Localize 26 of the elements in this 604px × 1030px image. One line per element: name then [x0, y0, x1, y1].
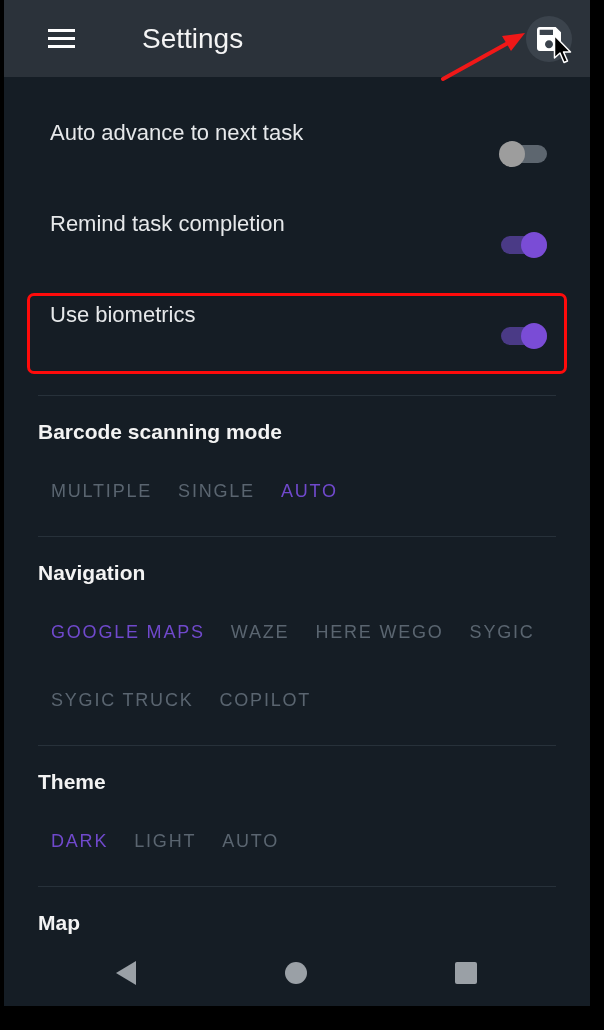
option-button[interactable]: HERE WEGO: [302, 608, 457, 656]
toggle-switch[interactable]: [499, 231, 549, 259]
back-icon[interactable]: [116, 961, 136, 985]
option-button[interactable]: GOOGLE MAPS: [38, 608, 218, 656]
option-button[interactable]: AUTO: [267, 467, 351, 515]
screen-title: Settings: [142, 22, 245, 55]
option-button[interactable]: AUTO: [209, 817, 293, 865]
option-button[interactable]: SYGIC: [456, 608, 548, 656]
option-button[interactable]: WAZE: [217, 608, 303, 656]
section-title: Barcode scanning mode: [38, 420, 283, 444]
option-button[interactable]: COPILOT: [206, 676, 325, 724]
setting-label: Remind task completion: [50, 211, 285, 237]
section-title: Theme: [38, 770, 107, 794]
home-icon[interactable]: [285, 962, 307, 984]
option-button[interactable]: LIGHT: [121, 817, 210, 865]
toggle-switch[interactable]: [499, 140, 549, 168]
option-button[interactable]: SYGIC TRUCK: [38, 676, 207, 724]
setting-label: Use biometrics: [50, 302, 196, 328]
toggle-switch[interactable]: [499, 322, 549, 350]
setting-label: Auto advance to next task: [50, 120, 304, 146]
option-button[interactable]: SINGLE: [165, 467, 268, 515]
option-button[interactable]: MULTIPLE: [38, 467, 166, 515]
section-title: Navigation: [38, 561, 147, 585]
section-title: Map: [38, 911, 81, 935]
option-button[interactable]: DARK: [38, 817, 122, 865]
menu-icon[interactable]: [48, 29, 75, 48]
